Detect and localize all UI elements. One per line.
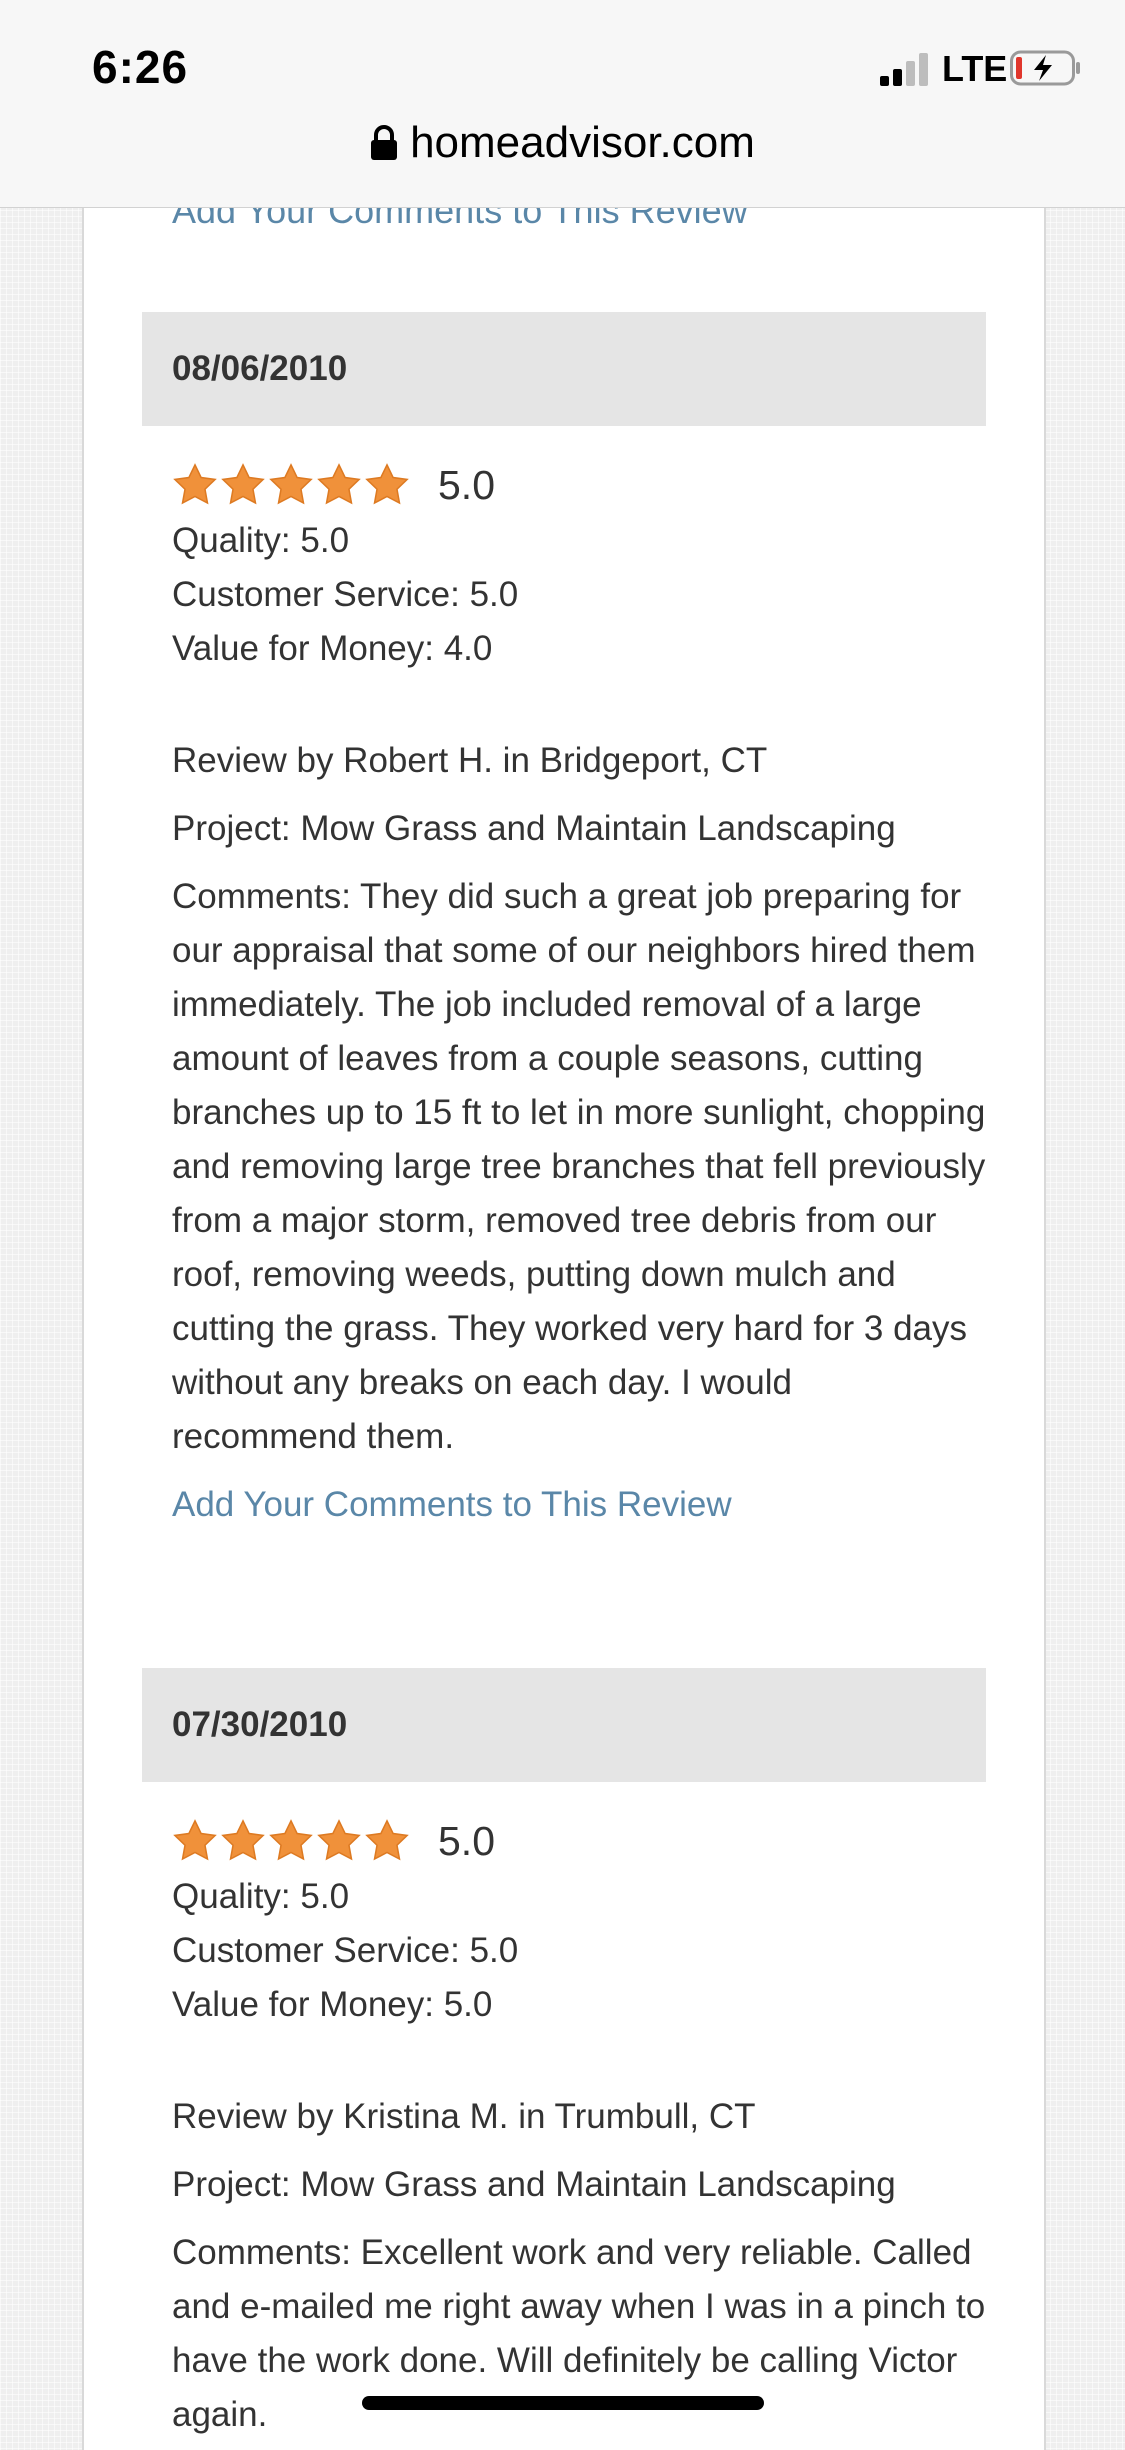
customer-service-rating: Customer Service: 5.0 [172,575,519,614]
value-rating: Value for Money: 5.0 [172,1985,493,2024]
overall-score: 5.0 [438,461,495,508]
star-rating [172,462,410,508]
add-comments-link[interactable]: Add Your Comments to This Review [172,1478,986,1532]
overall-score: 5.0 [438,1817,495,1864]
star-icon [221,463,265,505]
rating-row: 5.0 [172,456,986,514]
project: Project: Mow Grass and Maintain Landscap… [172,809,896,848]
star-icon [365,1819,409,1861]
cellular-signal-icon [880,53,928,86]
battery-charging-icon [1010,50,1080,86]
network-type: LTE [942,48,1008,89]
customer-service-rating: Customer Service: 5.0 [172,1931,519,1970]
review-comments: Comments: They did such a great job prep… [172,877,986,1456]
quality-rating: Quality: 5.0 [172,1877,350,1916]
reviewer: Review by Robert H. in Bridgeport, CT [172,741,768,780]
project: Project: Mow Grass and Maintain Landscap… [172,2165,896,2204]
star-icon [269,463,313,505]
review-date: 08/06/2010 [142,312,986,426]
review-item: 07/30/2010 5.0 Quality: 5.0 Customer Ser… [142,1668,986,2442]
status-time: 6:26 [92,41,189,93]
star-icon [269,1819,313,1861]
star-icon [317,463,361,505]
value-rating: Value for Money: 4.0 [172,629,493,668]
review-item: 08/06/2010 5.0 Quality: 5.0 Customer Ser… [142,312,986,1532]
browser-top-bar: 6:26 LTE homeadvisor.com [0,0,1125,208]
quality-rating: Quality: 5.0 [172,521,350,560]
reviewer: Review by Kristina M. in Trumbull, CT [172,2097,756,2136]
star-rating [172,1818,410,1864]
star-icon [173,463,217,505]
rating-row: 5.0 [172,1812,986,1870]
url-domain: homeadvisor.com [410,118,755,167]
star-icon [221,1819,265,1861]
review-date: 07/30/2010 [142,1668,986,1782]
address-bar[interactable]: homeadvisor.com [0,118,1125,168]
star-icon [317,1819,361,1861]
star-icon [365,463,409,505]
home-indicator[interactable] [362,2396,764,2410]
lock-icon [371,125,398,160]
star-icon [173,1819,217,1861]
reviews-card: Add Your Comments to This Review 08/06/2… [82,120,1046,2450]
